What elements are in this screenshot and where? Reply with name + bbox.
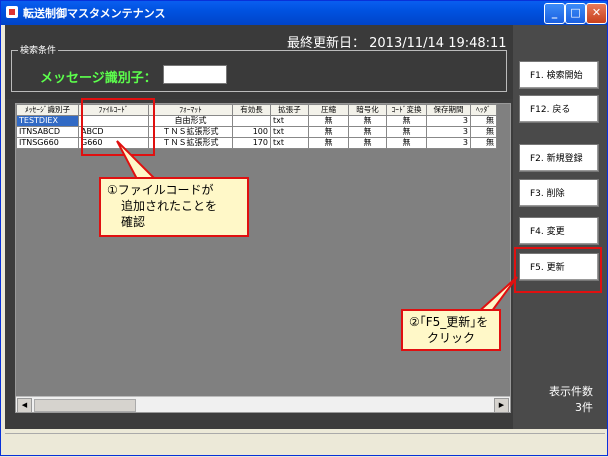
callout-one-line2: 追加されたことを: [121, 199, 218, 213]
callout-two-line1: ②｢F5_更新｣を: [409, 315, 489, 329]
app-window: 転送制御マスタメンテナンス _ □ ✕ 最終更新日： 2013/11/14 19…: [0, 0, 608, 456]
callout-one-pointer: [116, 140, 158, 180]
callout-f5-update: ②｢F5_更新｣を クリック: [401, 309, 501, 351]
callout-pointers: [116, 140, 518, 316]
callout-two-line2: クリック: [427, 331, 476, 345]
callout-file-code: ①ファイルコードが 追加されたことを 確認: [99, 177, 249, 237]
callout-one-line3: 確認: [121, 215, 146, 229]
callout-one-line1: ①ファイルコードが: [107, 183, 214, 197]
